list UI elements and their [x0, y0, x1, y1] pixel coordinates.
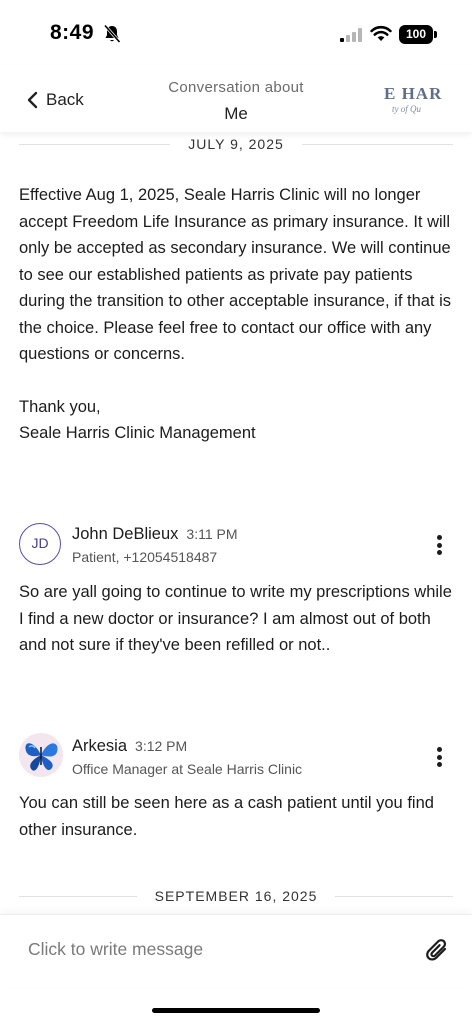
- paperclip-icon[interactable]: [424, 937, 452, 965]
- message-time: 3:12 PM: [135, 738, 188, 754]
- divider-line: [19, 895, 137, 897]
- announcement-message: Effective Aug 1, 2025, Seale Harris Clin…: [19, 182, 459, 447]
- sender-role: Office Manager at Seale Harris Clinic: [72, 761, 303, 777]
- sender-name: John DeBlieux: [72, 525, 179, 543]
- announcement-paragraph: Effective Aug 1, 2025, Seale Harris Clin…: [19, 186, 456, 363]
- message-time: 3:11 PM: [186, 526, 238, 542]
- butterfly-avatar-image: [19, 733, 63, 777]
- message-input[interactable]: [28, 939, 398, 960]
- home-indicator[interactable]: [152, 1008, 320, 1013]
- status-bar: 8:49 100: [0, 0, 472, 66]
- more-vertical-icon[interactable]: [431, 533, 447, 557]
- message-body: So are yall going to continue to write m…: [19, 579, 459, 659]
- divider-line: [301, 143, 454, 145]
- cellular-signal-icon: [340, 28, 362, 42]
- message-text: So are yall going to continue to write m…: [19, 583, 457, 654]
- date-label: JULY 9, 2025: [188, 136, 284, 152]
- sender-name-line: Arkesia 3:12 PM: [72, 737, 187, 756]
- battery-indicator: 100: [399, 25, 437, 44]
- message-body: You can still be seen here as a cash pat…: [19, 790, 459, 843]
- divider-line: [19, 143, 171, 145]
- date-label: SEPTEMBER 16, 2025: [154, 888, 318, 904]
- sender-name-line: John DeBlieux 3:11 PM: [72, 525, 238, 544]
- message-header: JD John DeBlieux 3:11 PM Patient, +120545…: [19, 521, 453, 569]
- status-time: 8:49: [50, 21, 95, 44]
- avatar[interactable]: [19, 733, 63, 777]
- avatar[interactable]: JD: [19, 523, 61, 565]
- conversation-header: Back Conversation about Me E HAR ty of Q…: [0, 66, 472, 132]
- message-header: Arkesia 3:12 PM Office Manager at Seale H…: [19, 733, 453, 781]
- message-composer: [0, 914, 472, 986]
- announcement-signoff: Thank you, Seale Harris Clinic Managemen…: [19, 397, 256, 443]
- bell-slash-icon: [103, 24, 121, 43]
- clinic-logo: E HAR ty of Qu: [384, 84, 472, 116]
- divider-line: [335, 895, 453, 897]
- clinic-logo-subtext: ty of Qu: [392, 104, 421, 114]
- more-vertical-icon[interactable]: [431, 745, 447, 769]
- clinic-logo-text: E HAR: [384, 84, 443, 103]
- message-text: You can still be seen here as a cash pat…: [19, 794, 439, 839]
- date-divider: JULY 9, 2025: [19, 136, 454, 152]
- sender-name: Arkesia: [72, 737, 128, 755]
- sender-role: Patient, +12054518487: [72, 549, 218, 565]
- date-divider: SEPTEMBER 16, 2025: [19, 888, 453, 904]
- wifi-icon: [370, 25, 392, 41]
